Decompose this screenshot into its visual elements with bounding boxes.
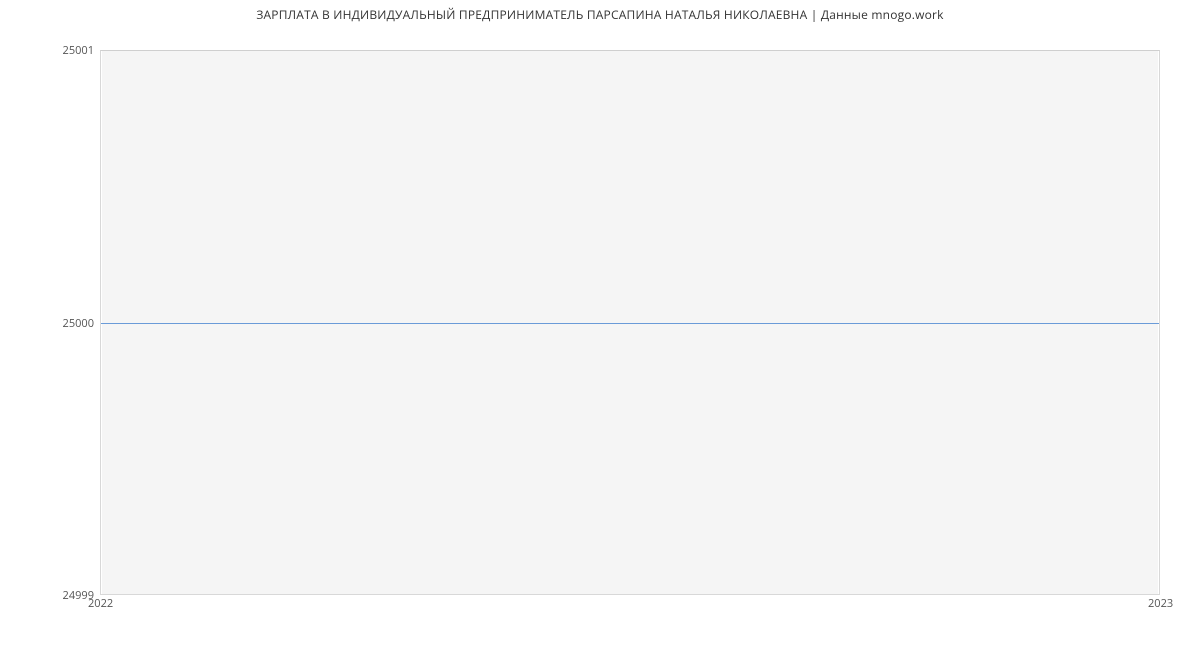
y-tick-label: 24999 [4, 590, 94, 601]
series-line [101, 323, 1159, 324]
x-tick-label: 2022 [88, 598, 113, 609]
salary-line-chart: ЗАРПЛАТА В ИНДИВИДУАЛЬНЫЙ ПРЕДПРИНИМАТЕЛ… [0, 0, 1200, 650]
plot-area [100, 50, 1160, 595]
chart-title: ЗАРПЛАТА В ИНДИВИДУАЛЬНЫЙ ПРЕДПРИНИМАТЕЛ… [0, 6, 1200, 23]
y-tick-label: 25001 [4, 45, 94, 56]
x-tick-label: 2023 [1148, 598, 1173, 609]
y-tick-label: 25000 [4, 318, 94, 329]
